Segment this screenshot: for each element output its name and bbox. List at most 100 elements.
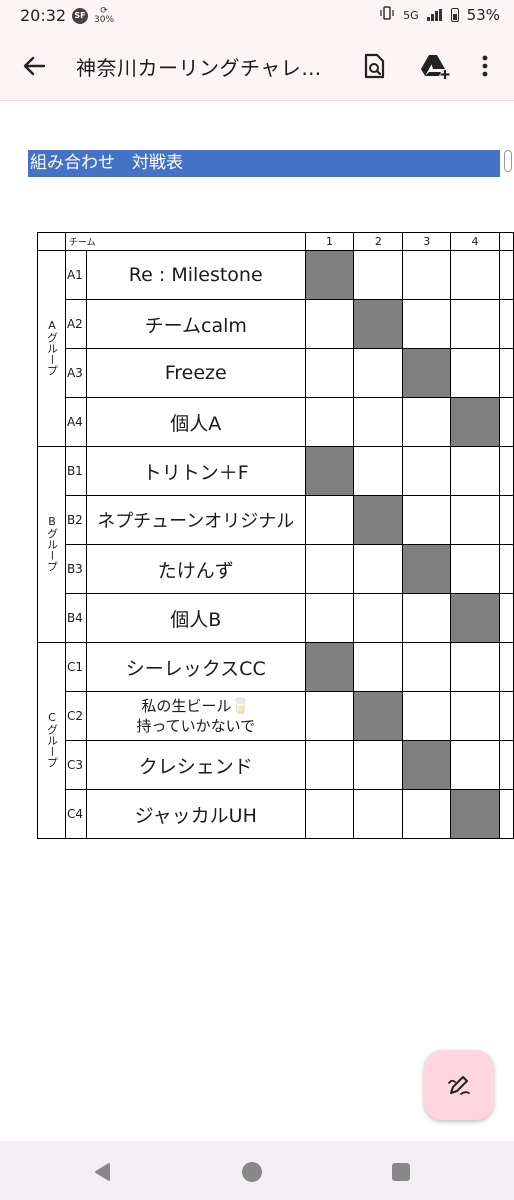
match-cell <box>353 789 404 839</box>
match-cell <box>353 544 404 594</box>
team-id: C1 <box>64 642 87 692</box>
app-bar: 神奈川カーリングチャレ… <box>0 32 514 100</box>
match-cell <box>353 642 404 692</box>
match-cell <box>304 740 355 790</box>
spare-cell <box>498 740 514 790</box>
square-recents-icon[interactable] <box>391 1162 411 1186</box>
self-match-cell <box>353 299 404 349</box>
team-name: 私の生ビール🥛 持っていかないで <box>85 691 306 741</box>
group-label: Bグループ <box>37 446 66 643</box>
match-cell <box>353 593 404 643</box>
match-cell <box>450 544 500 594</box>
sf-badge-icon: SF <box>72 8 88 24</box>
self-match-cell <box>304 250 355 300</box>
more-vertical-icon[interactable] <box>478 52 492 80</box>
team-name-line1: 私の生ビール🥛 <box>141 697 251 715</box>
data-saver-percent: 30% <box>94 15 115 25</box>
match-cell <box>402 250 452 300</box>
match-cell <box>450 348 500 398</box>
team-name: トリトン＋F <box>85 446 306 496</box>
table-row: A2 チームcalm <box>38 299 514 349</box>
match-cell <box>402 593 452 643</box>
team-header: チーム <box>64 232 306 251</box>
table-row: B2 ネプチューンオリジナル <box>38 495 514 545</box>
table-row: Bグループ B1 トリトン＋F <box>37 446 514 643</box>
team-id: C3 <box>64 740 87 790</box>
match-cell <box>402 397 452 447</box>
match-cell <box>353 348 404 398</box>
spare-cell <box>498 495 514 545</box>
match-cell <box>304 544 355 594</box>
match-header: 2 <box>353 232 404 251</box>
match-cell <box>353 740 404 790</box>
team-id: C2 <box>64 691 87 741</box>
section-header: 組み合わせ 対戦表 <box>28 150 500 177</box>
match-cell <box>402 691 452 741</box>
match-cell <box>450 740 500 790</box>
team-name: 個人B <box>85 593 306 643</box>
document-search-icon[interactable] <box>360 52 388 80</box>
table-row: C4 ジャッカルUH <box>38 789 514 839</box>
status-right-icons: 5G 53% <box>379 6 500 24</box>
self-match-cell <box>402 348 452 398</box>
team-id: B1 <box>64 446 87 496</box>
team-name-line2: 持っていかないで <box>136 717 256 735</box>
spare-cell <box>498 446 514 496</box>
battery-percent: 53% <box>466 6 500 24</box>
group-label: Cグループ <box>37 642 66 839</box>
spare-cell <box>498 544 514 594</box>
team-id: C4 <box>64 789 87 839</box>
network-type: 5G <box>403 8 419 22</box>
team-name: クレシェンド <box>85 740 306 790</box>
match-cell <box>304 348 355 398</box>
team-id: A4 <box>64 397 87 447</box>
match-cell <box>402 299 452 349</box>
match-cell <box>402 446 452 496</box>
battery-icon <box>450 8 459 22</box>
spare-cell <box>498 250 514 300</box>
group-label: Aグループ <box>37 250 66 447</box>
match-cell <box>353 397 404 447</box>
status-left-icons: SF ⟳ 30% <box>72 7 114 25</box>
table-row: Cグループ C1 シーレックスCC <box>37 642 514 839</box>
table-row: Aグループ A1 Re : Milestone <box>37 250 514 447</box>
match-cell <box>304 397 355 447</box>
triangle-back-icon[interactable] <box>92 1161 114 1187</box>
match-header: 3 <box>402 232 452 251</box>
spare-cell <box>498 593 514 643</box>
team-id: A3 <box>64 348 87 398</box>
match-header: 1 <box>304 232 355 251</box>
spare-cell <box>498 397 514 447</box>
match-header: 4 <box>450 232 500 251</box>
header-spare <box>498 232 514 251</box>
match-cell <box>402 789 452 839</box>
arrow-left-icon[interactable] <box>20 52 48 80</box>
drive-add-icon[interactable] <box>420 52 450 80</box>
self-match-cell <box>402 544 452 594</box>
team-name: シーレックスCC <box>85 642 306 692</box>
edit-fab-button[interactable] <box>424 1050 494 1120</box>
vibrate-icon <box>379 6 395 24</box>
self-match-cell <box>353 495 404 545</box>
team-name: ネプチューンオリジナル <box>85 495 306 545</box>
self-match-cell <box>450 397 500 447</box>
signal-icon <box>426 9 443 21</box>
table-row: A4 個人A <box>38 397 514 447</box>
circle-home-icon[interactable] <box>241 1161 263 1187</box>
document-title: 神奈川カーリングチャレ… <box>76 56 322 80</box>
team-id: B2 <box>64 495 87 545</box>
team-name: 個人A <box>85 397 306 447</box>
match-cell <box>450 446 500 496</box>
self-match-cell <box>402 740 452 790</box>
status-bar: 20:32 SF ⟳ 30% 5G 53% <box>0 0 514 32</box>
match-cell <box>353 250 404 300</box>
scrollbar-thumb[interactable] <box>504 150 512 172</box>
edit-pen-icon <box>448 1076 470 1095</box>
team-name: Re : Milestone <box>85 250 306 300</box>
team-id: A2 <box>64 299 87 349</box>
spare-cell <box>498 691 514 741</box>
self-match-cell <box>304 642 355 692</box>
status-time: 20:32 <box>20 6 67 25</box>
match-cell <box>304 691 355 741</box>
system-nav-bar <box>0 1141 514 1200</box>
